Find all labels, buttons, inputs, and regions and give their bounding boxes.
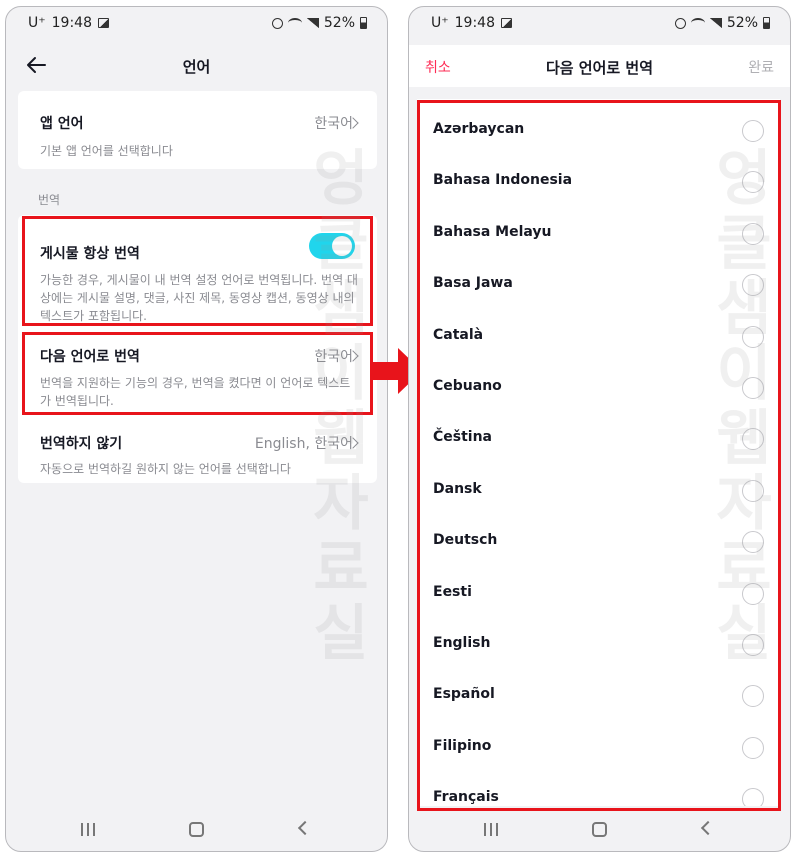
highlight-box-language-list (417, 100, 781, 811)
app-language-title: 앱 언어 (40, 116, 84, 132)
signal-icon (306, 18, 319, 28)
nav-back-icon[interactable] (297, 820, 313, 836)
app-language-description: 기본 앱 언어를 선택합니다 (40, 144, 173, 158)
time-label: 19:48 (51, 15, 92, 31)
alarm-icon (271, 17, 283, 29)
wifi-icon (287, 18, 302, 28)
carrier-label: U⁺ (431, 15, 449, 31)
status-bar: U⁺ 19:48 52% (6, 7, 387, 41)
done-button[interactable]: 완료 (748, 57, 774, 77)
carrier-label: U⁺ (28, 15, 46, 31)
battery-icon (360, 17, 367, 29)
left-phone-screen: U⁺ 19:48 52% 언어 앱 언어 한국어 기본 앱 언어를 선택합니다 … (5, 6, 388, 852)
home-icon[interactable] (189, 822, 204, 837)
wifi-icon (690, 18, 705, 28)
dont-translate-description: 자동으로 번역하길 원하지 않는 언어를 선택합니다 (40, 462, 291, 476)
recents-icon[interactable] (81, 823, 95, 836)
battery-icon (763, 17, 770, 29)
page-header: 취소 다음 언어로 번역 완료 (409, 45, 790, 87)
signal-icon (709, 18, 722, 28)
highlight-box-translate-into[interactable] (22, 332, 373, 415)
time-label: 19:48 (454, 15, 495, 31)
alarm-icon (674, 17, 686, 29)
battery-label: 52% (726, 15, 758, 31)
nav-back-icon[interactable] (700, 820, 716, 836)
highlight-box-always-translate (22, 216, 373, 326)
home-icon[interactable] (592, 822, 607, 837)
dont-translate-value: English, 한국어 (254, 436, 353, 452)
system-nav-bar (409, 809, 790, 851)
app-language-row[interactable]: 앱 언어 한국어 기본 앱 언어를 선택합니다 (18, 91, 377, 169)
gallery-icon (501, 18, 512, 28)
status-bar: U⁺ 19:48 52% (409, 7, 790, 41)
dont-translate-title: 번역하지 않기 (40, 436, 123, 452)
page-header: 언어 (6, 45, 387, 87)
battery-label: 52% (323, 15, 355, 31)
translation-section-label: 번역 (38, 193, 61, 207)
page-title: 다음 언어로 번역 (545, 59, 654, 77)
right-phone-screen: U⁺ 19:48 52% 취소 다음 언어로 번역 완료 Azərbaycan B… (408, 6, 791, 852)
gallery-icon (98, 18, 109, 28)
system-nav-bar (6, 809, 387, 851)
page-title: 언어 (182, 58, 211, 76)
recents-icon[interactable] (484, 823, 498, 836)
